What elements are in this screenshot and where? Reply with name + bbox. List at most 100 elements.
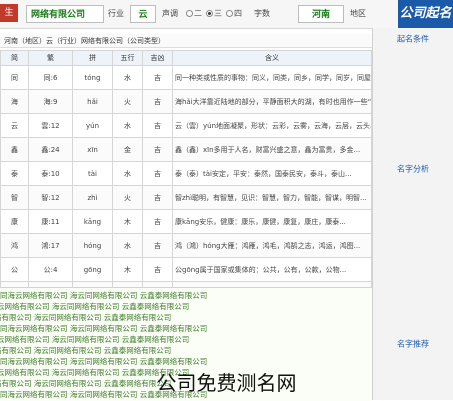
cell-simplified: 同 (0, 65, 29, 90)
table-header-row: 简 繁 拼 五行 吉凶 含义 (0, 50, 372, 66)
cell-meaning: 智zhì聪明，有智慧，见识：智慧，智力，智能，智谋，明智... (172, 185, 372, 210)
radio-label-1: 二 (194, 9, 202, 18)
tone-label: 声调 (162, 9, 178, 18)
col-header-fortune: 吉凶 (142, 50, 173, 66)
table-row: 鑫鑫:24 xīn 金吉鑫（鑫）xīn多用于人名，财富兴盛之意，鑫为富贵，多金... (0, 137, 372, 162)
cell-meaning: 泰（泰）tài安定，平安：泰然，国泰民安，泰斗，泰山... (172, 161, 372, 186)
start-button[interactable]: 生 (0, 4, 18, 22)
cell-pinyin: xīn (72, 137, 113, 162)
caption-text: 公司免费测名网 (156, 371, 297, 395)
industry-field[interactable]: 云 (130, 5, 156, 23)
cell-pinyin: tóng (72, 65, 113, 90)
cell-simplified: 海 (0, 89, 29, 114)
search-toolbar: 生 网络有限公司 行业 云 声调 二 三 四 字数 地区 河南 公司起名 (0, 0, 453, 29)
cell-pinyin: zhì (72, 185, 113, 210)
cell-meaning: 鸿（鴻）hóng大雁：鸿雁，鸿毛，鸿鹄之志，鸿运，鸿图... (172, 233, 372, 258)
site-logo: 公司起名 (398, 0, 453, 28)
industry-label: 行业 (108, 9, 124, 18)
side-label-analysis: 名字分析 (372, 50, 453, 287)
cell-simplified: 泰 (0, 161, 29, 186)
cell-element: 火 (112, 89, 143, 114)
col-header-element: 五行 (112, 50, 143, 66)
cell-simplified: 智 (0, 185, 29, 210)
result-line[interactable]: 同海云网络有限公司 海云同网络有限公司 云鑫泰网络有限公司 (0, 334, 354, 345)
cell-pinyin: yún (72, 113, 113, 138)
col-header-meaning: 含义 (172, 50, 372, 66)
table-row: 鸿鴻:17 hóng 水吉鸿（鴻）hóng大雁：鸿雁，鸿毛，鸿鹄之志，鸿运，鸿图..… (0, 233, 372, 258)
cell-fortune: 吉 (142, 185, 173, 210)
cell-simplified: 云 (0, 113, 29, 138)
cell-meaning: 康kāng安乐，健康：康乐，康健，康复，康庄，康泰... (172, 209, 372, 234)
radio-option-3[interactable] (226, 10, 233, 17)
radio-option-1[interactable] (186, 10, 193, 17)
table-row: 泰泰:10 tài 水吉泰（泰）tài安定，平安：泰然，国泰民安，泰斗，泰山... (0, 161, 372, 186)
cell-traditional: 鴻:17 (28, 233, 73, 258)
cell-traditional: 公:4 (28, 257, 73, 282)
cell-element: 金 (112, 137, 143, 162)
col-header-traditional: 繁 (28, 50, 73, 66)
cell-pinyin: hóng (72, 233, 113, 258)
cell-pinyin: kāng (72, 209, 113, 234)
cell-meaning: 鑫（鑫）xīn多用于人名，财富兴盛之意，鑫为富贵，多金... (172, 137, 372, 162)
cell-simplified: 鸿 (0, 233, 29, 258)
radio-label-3: 四 (234, 9, 242, 18)
cell-fortune: 吉 (142, 113, 173, 138)
cell-traditional: 康:11 (28, 209, 73, 234)
cell-fortune: 吉 (142, 161, 173, 186)
cell-pinyin: gōng (72, 257, 113, 282)
cell-fortune: 吉 (142, 137, 173, 162)
cell-fortune: 吉 (142, 233, 173, 258)
side-label-analysis-text: 名字分析 (397, 164, 429, 173)
region-field[interactable]: 河南 (298, 5, 344, 23)
cell-fortune: 吉 (142, 209, 173, 234)
cell-meaning: 同一种类或性质的事物：同义，同类，同乡，同学，同岁，同屋，同仁... (172, 65, 372, 90)
cell-element: 木 (112, 209, 143, 234)
cell-fortune: 吉 (142, 65, 173, 90)
summary-line: 河南（地区）云（行业）网络有限公司（公司类型） (0, 34, 372, 48)
result-line[interactable]: 同海云网络有限公司 海云同网络有限公司 云鑫泰网络有限公司 (0, 345, 336, 356)
result-line[interactable]: 同海云网络有限公司 海云同网络有限公司 云鑫泰网络有限公司 (0, 323, 372, 334)
col-header-pinyin: 拼 (72, 50, 113, 66)
company-name-field[interactable]: 网络有限公司 (26, 5, 104, 23)
cell-traditional: 海:9 (28, 89, 73, 114)
table-row: 智智:12 zhì 火吉智zhì聪明，有智慧，见识：智慧，智力，智能，智谋，明智..… (0, 185, 372, 210)
side-label-conditions: 起名条件 (372, 28, 453, 50)
result-line[interactable]: 同海云网络有限公司 海云同网络有限公司 云鑫泰网络有限公司 (0, 290, 372, 301)
cell-pinyin: tài (72, 161, 113, 186)
cell-simplified: 康 (0, 209, 29, 234)
cell-traditional: 鑫:24 (28, 137, 73, 162)
result-line[interactable]: 同海云网络有限公司 海云同网络有限公司 云鑫泰网络有限公司 (0, 312, 336, 323)
cell-fortune: 吉 (142, 89, 173, 114)
cell-traditional: 智:12 (28, 185, 73, 210)
table-row: 公公:4 gōng 木吉公gōng属于国家或集体的：公共，公有，公款，公物... (0, 257, 372, 282)
table-row: 海海:9hǎi火吉海hǎi大洋靠近陆地的部分，平静面积大的湖，有时也用作一些“大… (0, 89, 372, 114)
cell-traditional: 雲:12 (28, 113, 73, 138)
cell-simplified: 鑫 (0, 137, 29, 162)
cell-pinyin: hǎi (72, 89, 113, 114)
result-line[interactable]: 同海云网络有限公司 海云同网络有限公司 云鑫泰网络有限公司 (0, 356, 372, 367)
table-row: 康康:11 kāng 木吉康kāng安乐，健康：康乐，康健，康复，康庄，康泰... (0, 209, 372, 234)
cell-traditional: 泰:10 (28, 161, 73, 186)
name-analysis-table: 简 繁 拼 五行 吉凶 含义 同同:6 tóng 水吉同一种类或性质的事物：同义，同… (0, 50, 372, 306)
cell-element: 水 (112, 161, 143, 186)
side-label-conditions-text: 起名条件 (397, 34, 429, 44)
cell-traditional: 同:6 (28, 65, 73, 90)
table-row: 云雲:12 yún 水吉云（雲）yún地面凝聚，形状：云彩，云雾，云海，云层，云头.… (0, 113, 372, 138)
result-line[interactable]: 同海云网络有限公司 海云同网络有限公司 云鑫泰网络有限公司 (0, 301, 354, 312)
cell-element: 水 (112, 65, 143, 90)
cell-element: 火 (112, 185, 143, 210)
cell-element: 水 (112, 233, 143, 258)
region-label: 地区 (350, 9, 366, 18)
radio-option-2[interactable] (206, 10, 213, 17)
col-header-simplified: 简 (0, 50, 29, 66)
type-label: 字数 (254, 9, 270, 18)
cell-meaning: 海hǎi大洋靠近陆地的部分，平静面积大的湖，有时也用作一些“大”也可... (172, 89, 372, 114)
cell-meaning: 公gōng属于国家或集体的：公共，公有，公款，公物... (172, 257, 372, 282)
table-row: 同同:6tóng水吉同一种类或性质的事物：同义，同类，同乡，同学，同岁，同屋，同… (0, 65, 372, 90)
cell-element: 水 (112, 113, 143, 138)
side-label-results-text: 名字推荐 (397, 339, 429, 348)
cell-simplified: 公 (0, 257, 29, 282)
radio-label-2: 三 (214, 9, 222, 18)
cell-element: 木 (112, 257, 143, 282)
cell-fortune: 吉 (142, 257, 173, 282)
